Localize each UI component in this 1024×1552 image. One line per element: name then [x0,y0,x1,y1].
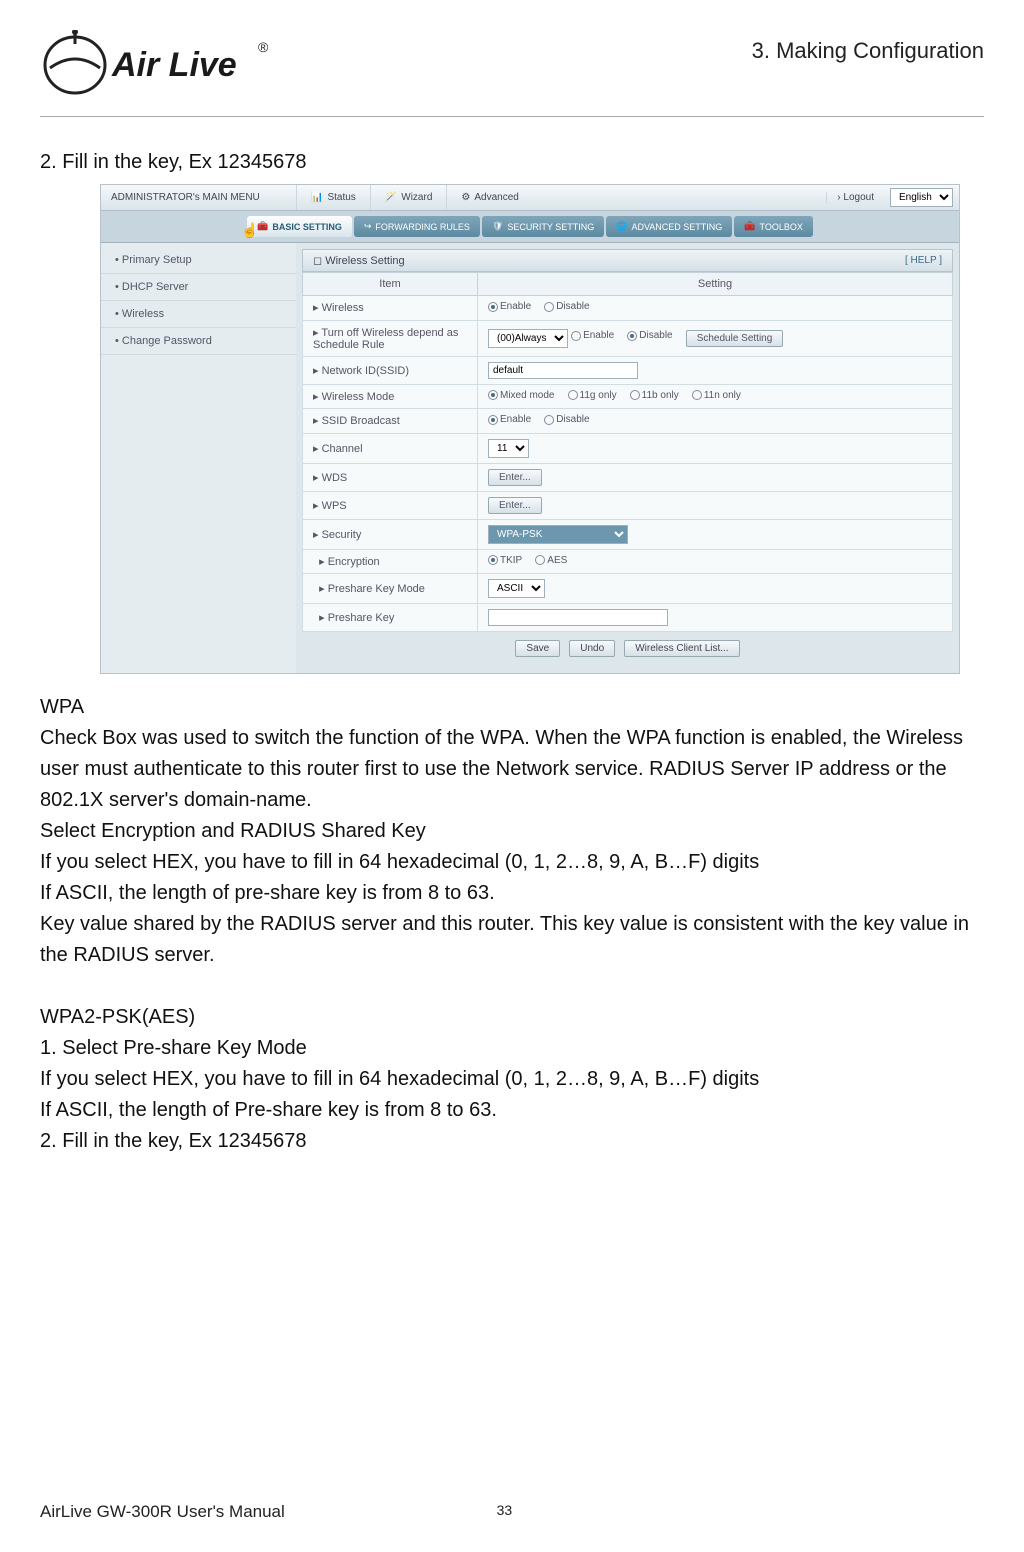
th-setting: Setting [478,273,953,296]
step1-text-3: If ASCII, the length of Pre-share key is… [40,1095,984,1126]
step2-heading: 2. Fill in the key, Ex 12345678 [40,1126,984,1157]
sidebar-dhcp-label: DHCP Server [122,281,188,293]
enc-tkip-radio[interactable]: TKIP [488,555,522,566]
mode-11n-radio[interactable]: 11n only [692,390,741,401]
sidebar-item-primary-setup[interactable]: • Primary Setup [101,247,296,274]
sidebar-primary-label: Primary Setup [122,254,192,266]
th-item: Item [303,273,478,296]
tab-basic-label: BASIC SETTING [272,222,342,232]
tab-toolbox-label: TOOLBOX [760,222,803,232]
chapter-label: 3. Making Configuration [752,38,984,64]
svg-text:®: ® [258,39,269,55]
row-channel-label: ▸ Channel [303,433,478,463]
wps-enter-button[interactable]: Enter... [488,497,542,514]
topbar-status-label: Status [327,192,355,203]
sidebar-item-change-password[interactable]: • Change Password [101,328,296,355]
language-select[interactable]: English [890,188,953,207]
router-ui-screenshot: ADMINISTRATOR's MAIN MENU 📊 Status 🪄 Wiz… [100,184,984,674]
header-divider [40,116,984,117]
row-encryption-label: ▸ Encryption [303,549,478,574]
svg-text:Air Live: Air Live [111,46,237,84]
wireless-client-list-button[interactable]: Wireless Client List... [624,640,739,657]
brand-logo: Air Live ® [40,30,270,100]
tab-toolbox[interactable]: 🧰 TOOLBOX [734,216,813,237]
logout-link[interactable]: › Logout [826,192,884,203]
topbar-wizard-label: Wizard [401,192,432,203]
undo-button[interactable]: Undo [569,640,615,657]
row-pkmode-label: ▸ Preshare Key Mode [303,574,478,604]
wpa-text-3: If you select HEX, you have to fill in 6… [40,847,984,878]
row-bcast-label: ▸ SSID Broadcast [303,409,478,434]
step1-heading: 1. Select Pre-share Key Mode [40,1033,984,1064]
row-wmode-label: ▸ Wireless Mode [303,384,478,409]
row-pkey-label: ▸ Preshare Key [303,604,478,632]
sidebar-changepw-label: Change Password [122,335,212,347]
tab-forwarding-label: FORWARDING RULES [375,222,470,232]
wireless-enable-radio[interactable]: Enable [488,301,531,312]
tab-advanced-label: ADVANCED SETTING [631,222,722,232]
tab-security-label: SECURITY SETTING [507,222,594,232]
cursor-hand-icon: ☝ [241,222,258,239]
step1-text-2: If you select HEX, you have to fill in 6… [40,1064,984,1095]
wds-enter-button[interactable]: Enter... [488,469,542,486]
mode-11b-radio[interactable]: 11b only [630,390,679,401]
topbar-status[interactable]: 📊 Status [296,185,370,210]
row-ssid-label: ▸ Network ID(SSID) [303,356,478,384]
help-link[interactable]: [ HELP ] [905,255,942,266]
wireless-disable-radio[interactable]: Disable [544,301,589,312]
manual-title: AirLive GW-300R User's Manual [40,1502,285,1522]
row-turnoff-label: ▸ Turn off Wireless depend as Schedule R… [303,320,478,356]
security-select[interactable]: WPA-PSK [488,525,628,544]
sched-enable-radio[interactable]: Enable [571,330,614,341]
topbar-advanced-label: Advanced [474,192,518,203]
sched-disable-radio[interactable]: Disable [627,330,672,341]
intro-line: 2. Fill in the key, Ex 12345678 [40,147,984,178]
sidebar-item-wireless[interactable]: • Wireless [101,301,296,328]
save-button[interactable]: Save [515,640,560,657]
tab-forwarding-rules[interactable]: ↪ FORWARDING RULES [354,216,480,237]
topbar-wizard[interactable]: 🪄 Wizard [370,185,447,210]
enc-aes-radio[interactable]: AES [535,555,567,566]
admin-menu-label: ADMINISTRATOR's MAIN MENU [101,192,296,203]
sidebar-wireless-label: Wireless [122,308,164,320]
tab-security-setting[interactable]: 🛡 SECURITY SETTING [482,216,604,237]
airlive-logo-icon: Air Live ® [40,30,270,100]
schedule-setting-button[interactable]: Schedule Setting [686,330,784,347]
panel-title: ◻ Wireless Setting [313,254,405,267]
row-security-label: ▸ Security [303,519,478,549]
ssid-input[interactable] [488,362,638,379]
topbar-advanced[interactable]: ⚙ Advanced [446,185,532,210]
page-number: 33 [285,1502,724,1522]
bcast-disable-radio[interactable]: Disable [544,414,589,425]
schedule-rule-select[interactable]: (00)Always [488,329,568,348]
preshare-mode-select[interactable]: ASCII [488,579,545,598]
wpa2psk-heading: WPA2-PSK(AES) [40,1002,984,1033]
row-wps-label: ▸ WPS [303,491,478,519]
row-wireless-label: ▸ Wireless [303,296,478,321]
wpa-text-1: Check Box was used to switch the functio… [40,723,984,816]
row-wds-label: ▸ WDS [303,463,478,491]
mode-mixed-radio[interactable]: Mixed mode [488,390,554,401]
tab-basic-setting[interactable]: ☝ 🧰 BASIC SETTING [247,216,352,237]
channel-select[interactable]: 11 [488,439,529,458]
wpa-text-5: Key value shared by the RADIUS server an… [40,909,984,971]
wpa-text-4: If ASCII, the length of pre-share key is… [40,878,984,909]
mode-11g-radio[interactable]: 11g only [568,390,617,401]
wpa-text-2: Select Encryption and RADIUS Shared Key [40,816,984,847]
bcast-enable-radio[interactable]: Enable [488,414,531,425]
tab-advanced-setting[interactable]: 🌐 ADVANCED SETTING [606,216,732,237]
preshare-key-input[interactable] [488,609,668,626]
sidebar-item-dhcp-server[interactable]: • DHCP Server [101,274,296,301]
wpa-heading: WPA [40,692,984,723]
